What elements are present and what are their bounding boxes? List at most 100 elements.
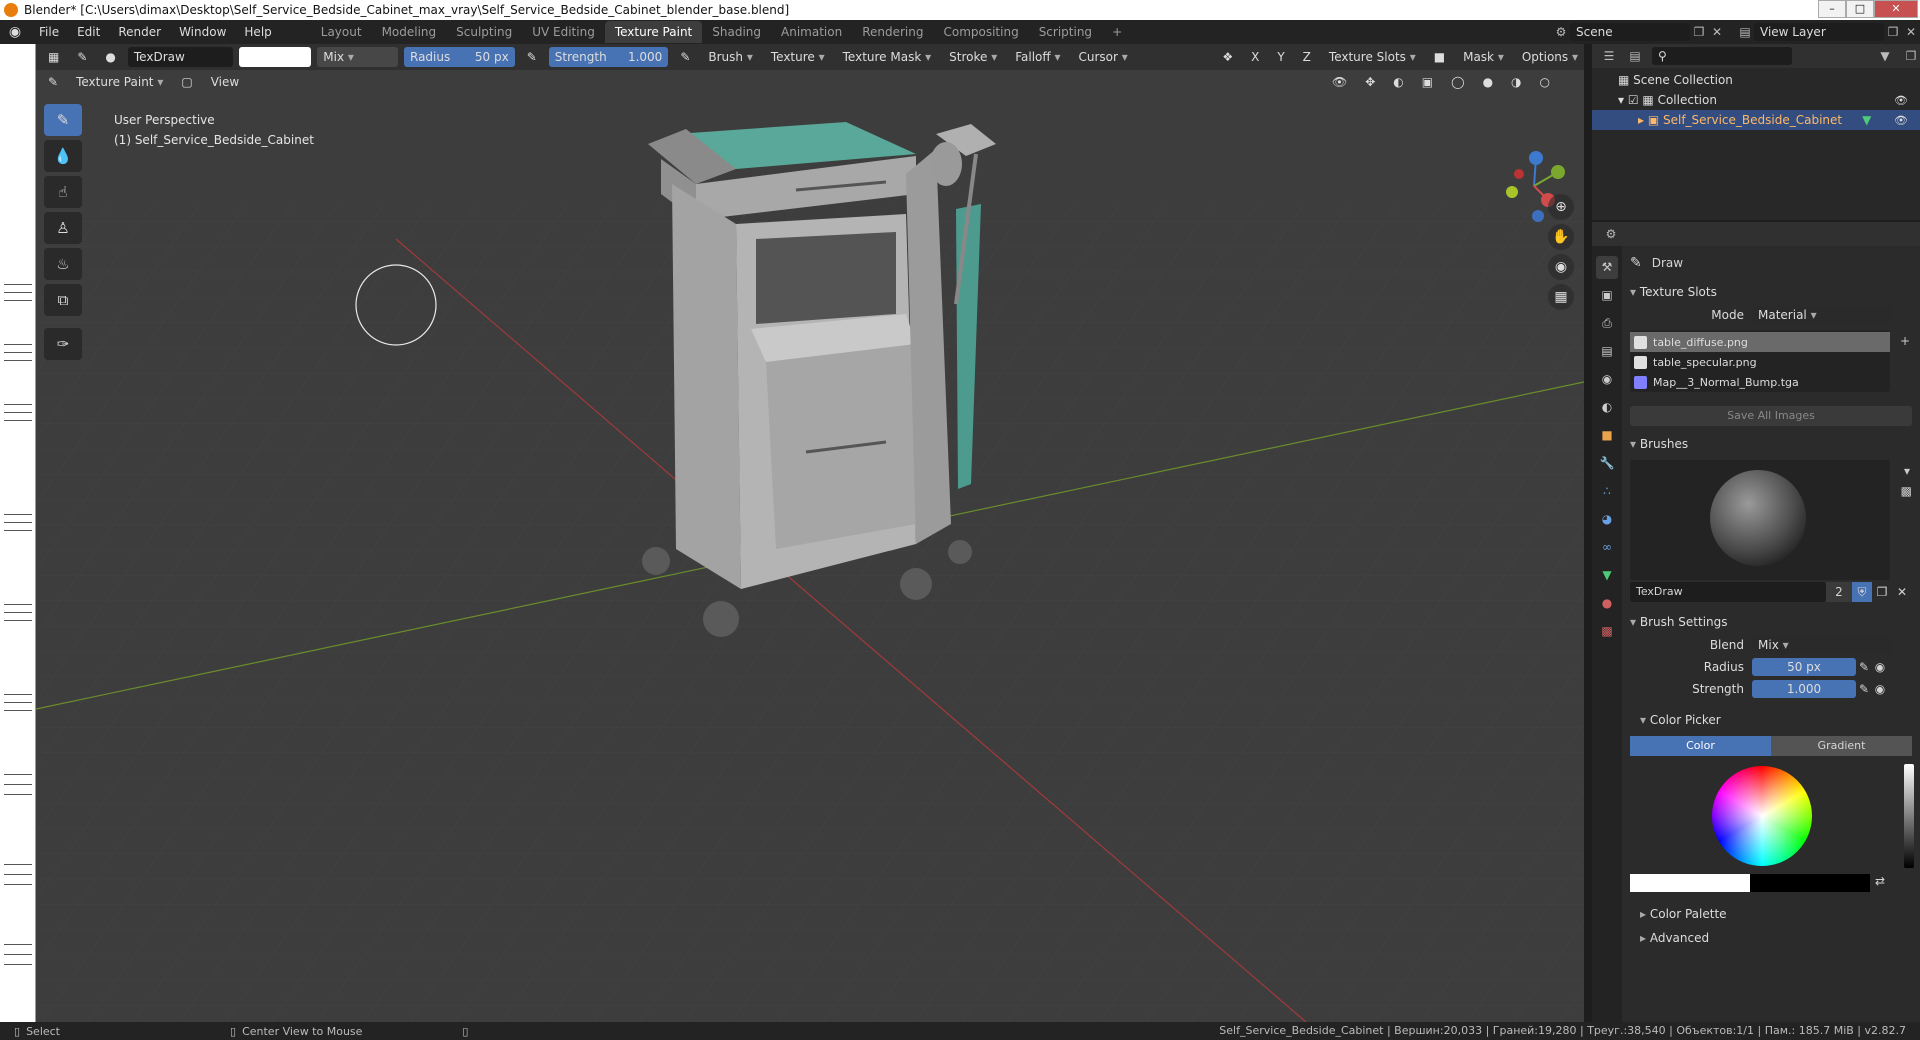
- radius-pressure-icon[interactable]: ✎: [521, 47, 543, 67]
- expand-object-icon[interactable]: ▸: [1638, 113, 1648, 127]
- properties-editor-icon[interactable]: ⚙: [1602, 225, 1620, 243]
- brush-settings-panel-header[interactable]: Brush Settings: [1622, 610, 1920, 634]
- brush-name-field[interactable]: TexDraw: [1630, 582, 1826, 602]
- mode-dropdown[interactable]: Texture Paint: [70, 72, 169, 92]
- color-swatch[interactable]: [239, 47, 312, 67]
- texture-slots-menu[interactable]: Texture Slots: [1323, 47, 1422, 67]
- camera-icon[interactable]: ◉: [1548, 254, 1574, 280]
- mask-checkbox[interactable]: ■: [1428, 47, 1451, 67]
- cursor-menu[interactable]: Cursor: [1073, 47, 1134, 67]
- object-tab-icon[interactable]: ■: [1596, 424, 1618, 447]
- texture-slots-panel-header[interactable]: Texture Slots: [1622, 280, 1920, 304]
- smear-tool-icon[interactable]: ☝: [44, 176, 82, 208]
- value-slider[interactable]: [1904, 764, 1914, 868]
- visibility-icon[interactable]: 👁: [1326, 72, 1353, 92]
- tab-texture-paint[interactable]: Texture Paint: [604, 21, 703, 43]
- brush-menu-chevron-icon[interactable]: ▾: [1904, 464, 1910, 478]
- tab-gradient[interactable]: Gradient: [1771, 736, 1912, 756]
- tab-shading[interactable]: Shading: [702, 21, 771, 43]
- menu-window[interactable]: Window: [170, 20, 235, 44]
- blender-menu-icon[interactable]: ◉: [0, 24, 30, 40]
- swap-colors-icon[interactable]: ⇄: [1870, 874, 1890, 892]
- stroke-menu[interactable]: Stroke: [943, 47, 1003, 67]
- physics-tab-icon[interactable]: ◕: [1596, 508, 1618, 531]
- tab-color[interactable]: Color: [1630, 736, 1771, 756]
- symmetry-y[interactable]: Y: [1271, 47, 1290, 67]
- 3d-viewport[interactable]: ▦ ✎ ● TexDraw Mix Radius 50 px ✎ Strengt…: [36, 44, 1584, 1022]
- texture-slot-item[interactable]: Map__3_Normal_Bump.tga: [1630, 372, 1890, 392]
- wireframe-shading-icon[interactable]: ◯: [1445, 72, 1470, 92]
- render-tab-icon[interactable]: ▣: [1596, 284, 1618, 307]
- secondary-color-swatch[interactable]: [1750, 874, 1870, 892]
- soften-tool-icon[interactable]: 💧: [44, 140, 82, 172]
- tab-compositing[interactable]: Compositing: [933, 21, 1028, 43]
- clone-tool-icon[interactable]: ♙: [44, 212, 82, 244]
- strength-pressure-icon[interactable]: ✎: [674, 47, 696, 67]
- fake-user-icon[interactable]: ⛨: [1852, 582, 1872, 602]
- falloff-menu[interactable]: Falloff: [1009, 47, 1066, 67]
- texture-mask-menu[interactable]: Texture Mask: [837, 47, 938, 67]
- modifier-tab-icon[interactable]: 🔧: [1596, 452, 1618, 475]
- outliner-search-input[interactable]: ⚲: [1652, 47, 1792, 65]
- collection-checkbox[interactable]: ☑: [1628, 93, 1643, 107]
- tab-animation[interactable]: Animation: [771, 21, 852, 43]
- editor-type-icon[interactable]: ▦: [42, 47, 65, 67]
- options-menu[interactable]: Options: [1516, 47, 1584, 67]
- particles-tab-icon[interactable]: ∴: [1596, 480, 1618, 503]
- brush-name-field[interactable]: TexDraw: [127, 47, 234, 67]
- texture-tab-icon[interactable]: ▩: [1596, 620, 1618, 643]
- advanced-subpanel-header[interactable]: Advanced: [1622, 926, 1920, 950]
- tab-layout[interactable]: Layout: [311, 21, 372, 43]
- material-shading-icon[interactable]: ◑: [1505, 72, 1527, 92]
- maximize-button[interactable]: □: [1846, 0, 1874, 18]
- delete-scene-icon[interactable]: ✕: [1708, 23, 1726, 41]
- minimize-button[interactable]: –: [1818, 0, 1846, 18]
- symmetry-icon[interactable]: ❖: [1216, 47, 1239, 67]
- texture-menu[interactable]: Texture: [765, 47, 831, 67]
- close-button[interactable]: ✕: [1874, 0, 1918, 18]
- outliner-row-scene-collection[interactable]: ▦ Scene Collection: [1592, 70, 1920, 90]
- brush-menu[interactable]: Brush: [702, 47, 758, 67]
- strength-field[interactable]: 1.000: [1752, 680, 1856, 698]
- strength-unit-icon[interactable]: ◉: [1872, 682, 1888, 696]
- radius-unit-icon[interactable]: ◉: [1872, 660, 1888, 674]
- mask-tool-icon[interactable]: ⧉: [44, 284, 82, 316]
- rendered-shading-icon[interactable]: ○: [1534, 72, 1556, 92]
- primary-color-swatch[interactable]: [1630, 874, 1750, 892]
- unlink-brush-icon[interactable]: ✕: [1892, 582, 1912, 602]
- tool-tab-icon[interactable]: ⚒: [1596, 256, 1618, 279]
- radius-slider[interactable]: Radius 50 px: [404, 47, 515, 67]
- color-wheel[interactable]: [1712, 766, 1812, 866]
- outliner-editor-icon[interactable]: ☰: [1600, 47, 1618, 65]
- brushes-panel-header[interactable]: Brushes: [1622, 432, 1920, 456]
- tab-uv-editing[interactable]: UV Editing: [522, 21, 605, 43]
- menu-render[interactable]: Render: [109, 20, 170, 44]
- texture-slot-item[interactable]: table_diffuse.png: [1630, 332, 1890, 352]
- collection-visibility-icon[interactable]: 👁: [1894, 94, 1908, 107]
- menu-edit[interactable]: Edit: [68, 20, 109, 44]
- pan-hand-icon[interactable]: ✋: [1548, 224, 1574, 250]
- menu-file[interactable]: File: [30, 20, 68, 44]
- brush-image-icon[interactable]: ▩: [1901, 484, 1912, 498]
- duplicate-brush-icon[interactable]: ❐: [1872, 582, 1892, 602]
- texture-slot-item[interactable]: table_specular.png: [1630, 352, 1890, 372]
- brush-mode-icon[interactable]: ✎: [42, 72, 64, 92]
- tab-scripting[interactable]: Scripting: [1029, 21, 1102, 43]
- strength-slider[interactable]: Strength 1.000: [548, 47, 669, 67]
- add-texture-slot-icon[interactable]: +: [1900, 334, 1910, 348]
- scene-icon[interactable]: ⚙: [1552, 23, 1570, 41]
- outliner-row-collection[interactable]: ▾ ☑ ▦ Collection 👁: [1592, 90, 1920, 110]
- new-view-layer-icon[interactable]: ❐: [1884, 23, 1902, 41]
- filter-icon[interactable]: ▼: [1876, 47, 1894, 65]
- radius-field[interactable]: 50 px: [1752, 658, 1856, 676]
- color-palette-subpanel-header[interactable]: Color Palette: [1622, 902, 1920, 926]
- scene-field[interactable]: Scene: [1570, 23, 1690, 41]
- draw-tool-icon[interactable]: ✎: [44, 104, 82, 136]
- color-picker-subpanel-header[interactable]: Color Picker: [1622, 708, 1920, 732]
- gizmo-icon[interactable]: ✥: [1359, 72, 1381, 92]
- material-tab-icon[interactable]: ●: [1596, 592, 1618, 615]
- scene-tab-icon[interactable]: ◉: [1596, 368, 1618, 391]
- annotate-tool-icon[interactable]: ✑: [44, 328, 82, 360]
- brush-preview[interactable]: [1630, 460, 1890, 580]
- new-collection-icon[interactable]: ❐: [1902, 47, 1920, 65]
